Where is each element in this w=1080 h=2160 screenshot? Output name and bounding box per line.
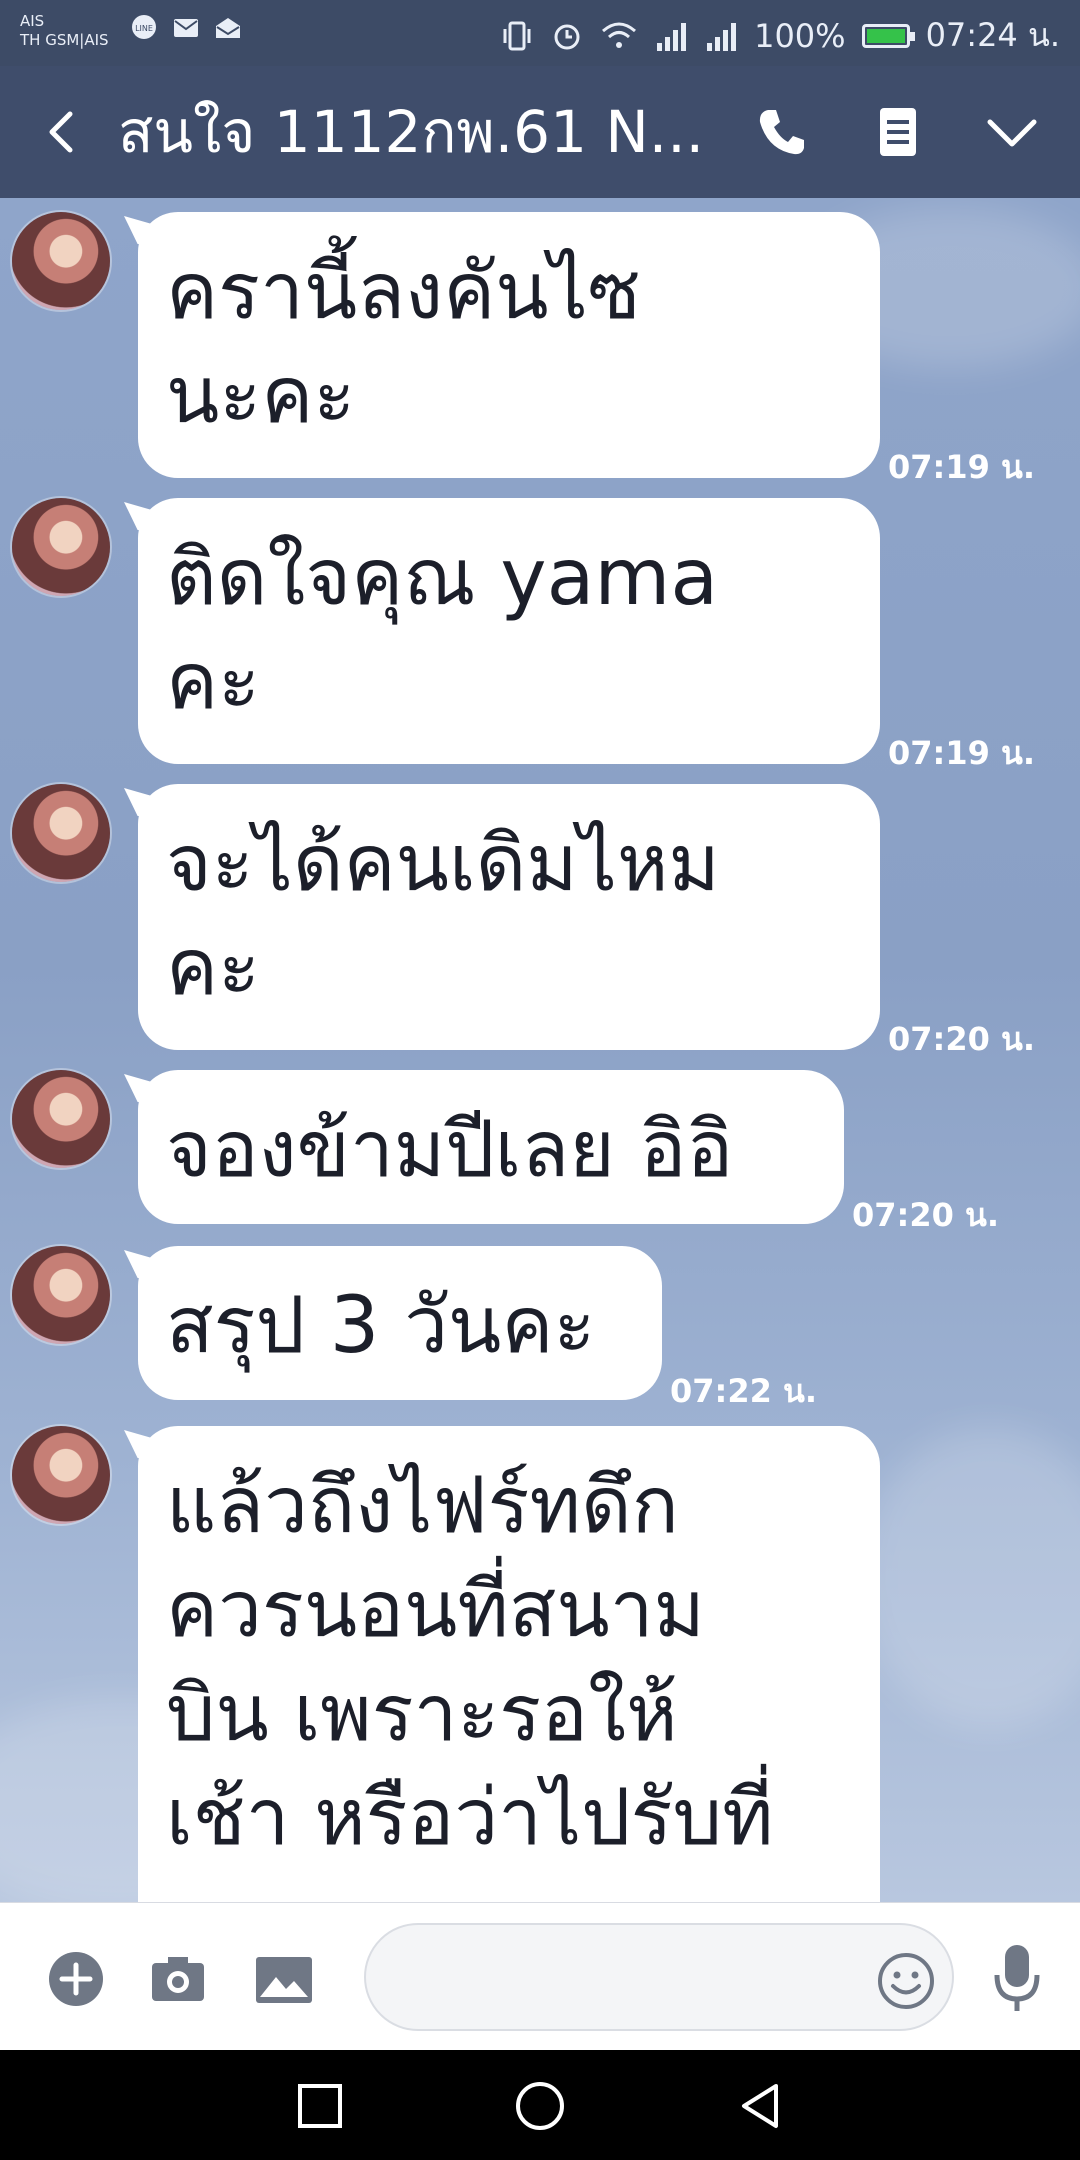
message-bubble[interactable]: จะได้คนเดิมไหม คะ bbox=[138, 784, 880, 1050]
avatar[interactable] bbox=[12, 1070, 110, 1168]
message-input[interactable] bbox=[364, 1923, 954, 2031]
message-bubble[interactable]: ติดใจคุณ yama คะ bbox=[138, 498, 880, 764]
mail-icon bbox=[174, 19, 198, 37]
signal-icon-2 bbox=[707, 22, 737, 51]
carrier-line-2: TH GSM|AIS bbox=[20, 31, 109, 49]
message-bubble[interactable]: ครานี้ลงคันไซ นะคะ bbox=[138, 212, 880, 478]
sky-cloud bbox=[860, 1428, 1080, 1728]
notes-icon[interactable] bbox=[866, 100, 930, 164]
mail-open-icon bbox=[216, 18, 240, 38]
signal-icon bbox=[657, 22, 687, 51]
message-time: 07:19 น. bbox=[888, 734, 1036, 772]
line-icon: LINE bbox=[132, 15, 156, 39]
message-input-bar bbox=[0, 1902, 1080, 2051]
battery-icon bbox=[861, 23, 915, 48]
status-bar: AIS TH GSM|AIS LINE 100% 07:24 น. bbox=[0, 0, 1080, 66]
message-time: 07:20 น. bbox=[852, 1196, 1000, 1234]
message-time: 07:19 น. bbox=[888, 448, 1036, 486]
chevron-down-icon[interactable] bbox=[980, 100, 1044, 164]
emoji-icon[interactable] bbox=[876, 1951, 936, 2011]
avatar[interactable] bbox=[12, 1246, 110, 1344]
recent-apps-icon[interactable] bbox=[292, 2078, 348, 2134]
avatar[interactable] bbox=[12, 498, 110, 596]
avatar[interactable] bbox=[12, 1426, 110, 1524]
message-time: 07:20 น. bbox=[888, 1020, 1036, 1058]
avatar[interactable] bbox=[12, 212, 110, 310]
chat-header: สนใจ 1112กพ.61 N... bbox=[0, 66, 1080, 198]
avatar[interactable] bbox=[12, 784, 110, 882]
home-icon[interactable] bbox=[512, 2078, 568, 2134]
battery-level bbox=[866, 28, 905, 43]
message-bubble[interactable]: จองข้ามปีเลย อิอิ bbox=[138, 1070, 844, 1224]
battery-percent: 100% bbox=[754, 16, 846, 55]
image-icon[interactable] bbox=[254, 1949, 314, 2009]
message-bubble[interactable]: สรุป 3 วันคะ bbox=[138, 1246, 662, 1400]
notification-icons: LINE bbox=[130, 14, 242, 42]
chat-title[interactable]: สนใจ 1112กพ.61 N... bbox=[118, 98, 718, 166]
back-nav-icon[interactable] bbox=[732, 2078, 788, 2134]
chat-area[interactable]: ครานี้ลงคันไซ นะคะ 07:19 น. ติดใจคุณ yam… bbox=[0, 198, 1080, 1902]
system-status: 100% 07:24 น. bbox=[500, 10, 1060, 61]
phone-icon[interactable] bbox=[750, 100, 814, 164]
svg-text:LINE: LINE bbox=[135, 24, 153, 33]
system-nav-bar bbox=[0, 2050, 1080, 2160]
alarm-icon bbox=[554, 24, 580, 49]
status-time: 07:24 น. bbox=[925, 16, 1060, 54]
back-icon[interactable] bbox=[30, 100, 94, 164]
message-bubble[interactable]: แล้วถึงไฟร์ทดึก ควรนอนที่สนาม บิน เพราะร… bbox=[138, 1426, 880, 1902]
carrier-info: AIS TH GSM|AIS bbox=[20, 12, 109, 50]
camera-icon[interactable] bbox=[148, 1949, 208, 2009]
plus-icon[interactable] bbox=[46, 1949, 106, 2009]
mic-icon[interactable] bbox=[990, 1943, 1044, 2015]
vibrate-icon bbox=[503, 21, 531, 50]
carrier-line-1: AIS bbox=[20, 12, 45, 30]
message-time: 07:22 น. bbox=[670, 1372, 818, 1410]
wifi-icon bbox=[602, 22, 637, 48]
